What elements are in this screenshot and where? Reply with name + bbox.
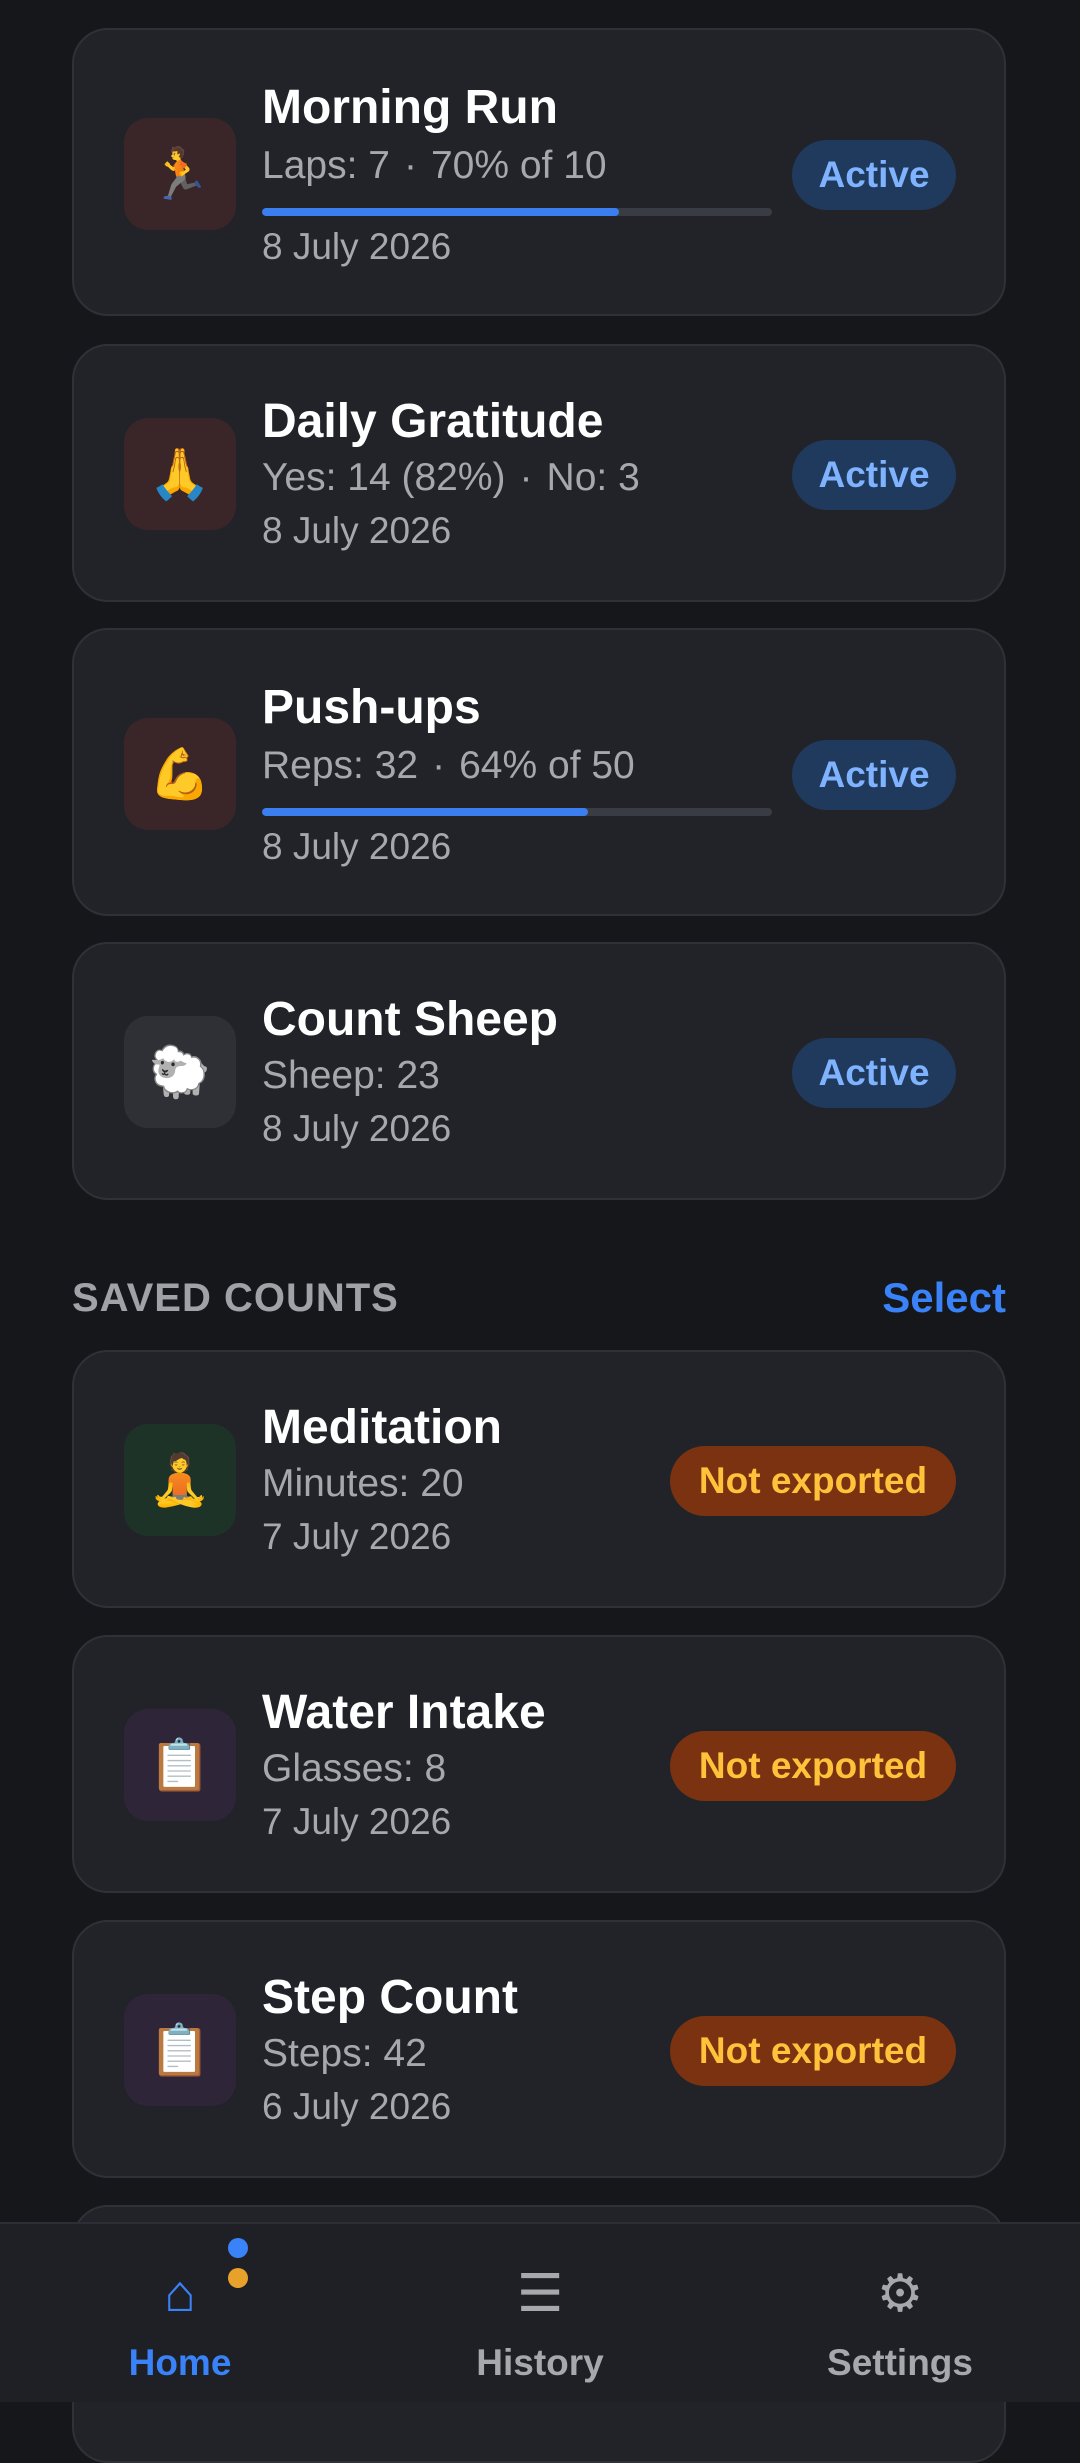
count-card[interactable]: 🐑 Count Sheep Sheep: 23 8 July 2026 Acti… xyxy=(72,942,1006,1200)
count-stat: Glasses: 8 xyxy=(262,1747,447,1790)
count-stat: Reps: 32 · 64% of 50 xyxy=(262,744,635,787)
home-icon: ⌂ xyxy=(164,2265,196,2323)
nav-settings[interactable]: ⚙ Settings xyxy=(720,2224,1080,2402)
progress-bar xyxy=(262,808,772,816)
nav-history-label: History xyxy=(476,2342,604,2383)
bottom-nav: ⌂ Home ☰ History ⚙ Settings xyxy=(0,2222,1080,2402)
saved-count-card[interactable]: 🧘 Meditation Minutes: 20 7 July 2026 Not… xyxy=(72,1350,1006,1608)
export-status-badge: Not exported xyxy=(670,2016,956,2086)
count-progress-text: 70% of 10 xyxy=(430,144,607,187)
praying-hands-icon: 🙏 xyxy=(124,418,236,530)
count-stat: Yes: 14 (82%) · No: 3 xyxy=(262,456,640,499)
count-stat: Sheep: 23 xyxy=(262,1054,440,1097)
export-status-badge: Not exported xyxy=(670,1731,956,1801)
count-title: Push-ups xyxy=(262,681,481,734)
count-title: Morning Run xyxy=(262,81,558,134)
saved-count-card[interactable]: 📋 Water Intake Glasses: 8 7 July 2026 No… xyxy=(72,1635,1006,1893)
nav-home-label: Home xyxy=(128,2342,232,2383)
sheep-icon: 🐑 xyxy=(124,1016,236,1128)
count-progress-text: 64% of 50 xyxy=(459,744,635,787)
count-stat: Steps: 42 xyxy=(262,2032,427,2075)
count-date: 8 July 2026 xyxy=(262,826,452,867)
count-stat-secondary: No: 3 xyxy=(546,456,640,499)
select-button[interactable]: Select xyxy=(882,1274,1006,1322)
status-badge: Active xyxy=(792,740,956,810)
saved-count-card[interactable]: 📋 Step Count Steps: 42 6 July 2026 Not e… xyxy=(72,1920,1006,2178)
section-title: SAVED COUNTS xyxy=(72,1276,399,1320)
progress-fill xyxy=(262,208,619,216)
count-title: Water Intake xyxy=(262,1686,546,1739)
progress-fill xyxy=(262,808,589,816)
count-stat: Minutes: 20 xyxy=(262,1462,464,1505)
count-card[interactable]: 💪 Push-ups Reps: 32 · 64% of 50 8 July 202… xyxy=(72,628,1006,916)
list-icon: ☰ xyxy=(516,2265,564,2323)
clipboard-icon: 📋 xyxy=(124,1994,236,2106)
nav-history[interactable]: ☰ History xyxy=(360,2224,720,2402)
count-title: Count Sheep xyxy=(262,993,558,1046)
count-stat-value: Yes: 14 (82%) xyxy=(262,456,506,499)
count-stat-value: Reps: 32 xyxy=(262,744,419,787)
runner-icon: 🏃 xyxy=(124,118,236,230)
gear-icon: ⚙ xyxy=(876,2265,924,2323)
count-date: 8 July 2026 xyxy=(262,510,452,551)
notification-dot xyxy=(228,2238,248,2258)
count-title: Daily Gratitude xyxy=(262,395,604,448)
count-date: 8 July 2026 xyxy=(262,226,452,267)
status-badge: Active xyxy=(792,140,956,210)
count-date: 6 July 2026 xyxy=(262,2086,452,2127)
count-title: Step Count xyxy=(262,1971,518,2024)
count-title: Meditation xyxy=(262,1401,502,1454)
status-badge: Active xyxy=(792,440,956,510)
count-date: 7 July 2026 xyxy=(262,1516,452,1557)
clipboard-icon: 📋 xyxy=(124,1709,236,1821)
notification-dot xyxy=(228,2268,248,2288)
export-status-badge: Not exported xyxy=(670,1446,956,1516)
status-badge: Active xyxy=(792,1038,956,1108)
meditation-icon: 🧘 xyxy=(124,1424,236,1536)
flexed-biceps-icon: 💪 xyxy=(124,718,236,830)
progress-bar xyxy=(262,208,772,216)
count-stat: Laps: 7 · 70% of 10 xyxy=(262,144,607,187)
nav-settings-label: Settings xyxy=(827,2342,973,2383)
nav-home[interactable]: ⌂ Home xyxy=(0,2224,360,2402)
count-card[interactable]: 🙏 Daily Gratitude Yes: 14 (82%) · No: 3 8 … xyxy=(72,344,1006,602)
count-card[interactable]: 🏃 Morning Run Laps: 7 · 70% of 10 8 July 2… xyxy=(72,28,1006,316)
count-stat-value: Laps: 7 xyxy=(262,144,390,187)
count-date: 8 July 2026 xyxy=(262,1108,452,1149)
count-date: 7 July 2026 xyxy=(262,1801,452,1842)
